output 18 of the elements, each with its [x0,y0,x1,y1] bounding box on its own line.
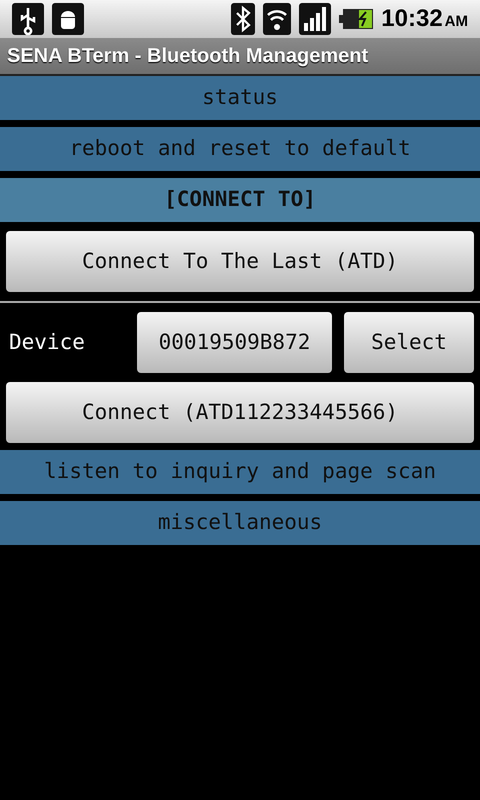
address-button[interactable]: 00019509B872 [137,312,332,373]
action-button[interactable]: Connect (ATD112233445566) [6,382,474,443]
wifi-icon [263,3,292,35]
usb-icon [12,3,44,35]
section-header[interactable]: listen to inquiry and page scan [0,450,480,494]
action-button[interactable]: Connect To The Last (ATD) [6,231,474,292]
section-header[interactable]: miscellaneous [0,501,480,545]
device-label: Device [8,328,86,356]
battery-icon [339,7,374,31]
select-button[interactable]: Select [344,312,474,373]
clock-time: 10:32 [381,7,443,31]
section-header[interactable]: [CONNECT TO] [0,178,480,222]
signal-icon [299,3,332,35]
bluetooth-icon [231,3,256,35]
section-header[interactable]: reboot and reset to default [0,127,480,171]
section-header[interactable]: status [0,76,480,120]
window-title: SENA BTerm - Bluetooth Management [7,44,368,69]
clock-ampm: AM [444,14,468,29]
